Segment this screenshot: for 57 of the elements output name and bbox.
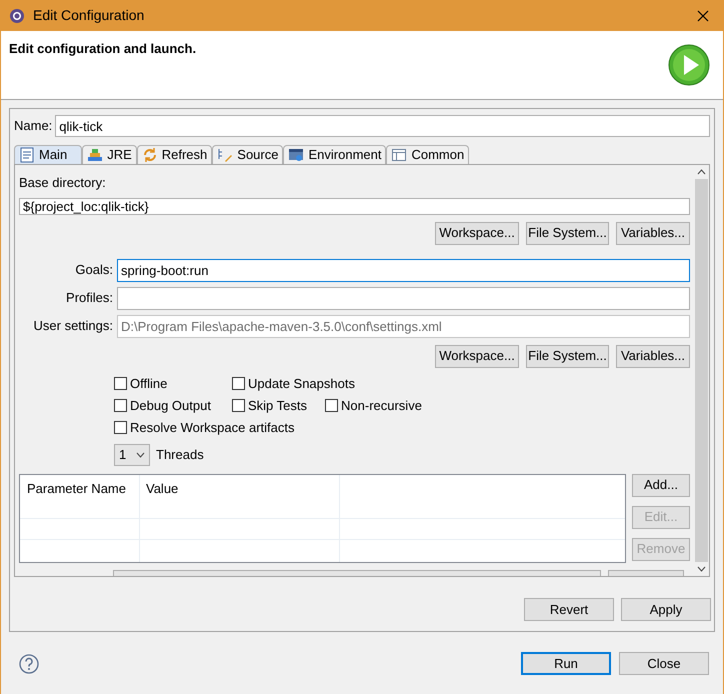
play-icon: [667, 43, 711, 87]
text-field[interactable]: spring-boot:run: [117, 258, 690, 282]
window-title: Edit Configuration: [33, 6, 144, 25]
tree-pencil-icon: [217, 147, 234, 163]
dialog-button[interactable]: Workspace...: [435, 222, 519, 244]
checkbox[interactable]: [325, 399, 338, 412]
scrollbar-thumb[interactable]: [695, 179, 708, 562]
field-label: User settings:: [32, 317, 113, 336]
base-directory-field[interactable]: ${project_loc:qlik-tick}: [19, 198, 690, 214]
checkbox-label: Non-recursive: [341, 396, 422, 415]
document-icon: [19, 147, 35, 163]
chevron-down-icon: [136, 452, 145, 458]
threads-dropdown[interactable]: 1: [114, 444, 150, 466]
tab[interactable]: JRE: [82, 145, 137, 164]
column-header: Parameter Name: [20, 474, 140, 518]
text-field[interactable]: D:\Program Files\apache-maven-3.5.0\conf\settings.xml: [117, 314, 690, 338]
dialog-button[interactable]: File System...: [526, 222, 609, 244]
section-label: Base directory:: [19, 174, 107, 192]
checkbox[interactable]: [232, 399, 245, 412]
checkbox-label: Offline: [130, 374, 168, 393]
checkbox[interactable]: [114, 421, 127, 434]
books-icon: [87, 147, 104, 163]
help-icon[interactable]: [19, 654, 39, 674]
field-label: Name:: [14, 117, 52, 136]
checkbox-label: Resolve Workspace artifacts: [130, 418, 294, 437]
checkbox[interactable]: [114, 399, 127, 412]
tab[interactable]: Source: [212, 145, 284, 164]
text-field[interactable]: [117, 286, 690, 310]
tab[interactable]: Environment: [283, 145, 386, 164]
field-label: Profiles:: [65, 289, 113, 308]
checkbox-label: Update Snapshots: [248, 374, 355, 393]
refresh-icon: [142, 147, 158, 163]
dialog-button[interactable]: Run: [521, 652, 611, 675]
dialog-button[interactable]: Workspace...: [435, 344, 519, 368]
dialog-button[interactable]: Variables...: [616, 344, 690, 368]
tab[interactable]: Common: [386, 145, 470, 164]
table-icon: [391, 147, 408, 163]
close-icon[interactable]: [697, 10, 709, 22]
dialog-button[interactable]: Add...: [632, 474, 690, 496]
checkbox-label: Debug Output: [130, 396, 211, 415]
checkbox-label: Skip Tests: [248, 396, 308, 415]
dialog-button[interactable]: File System...: [526, 344, 609, 368]
tab[interactable]: Refresh: [136, 145, 212, 164]
checkbox[interactable]: [114, 377, 127, 390]
column-header: Value: [140, 474, 340, 518]
gear-icon: [9, 8, 25, 24]
window-icon: [288, 147, 304, 163]
threads-label: Threads: [156, 446, 204, 464]
tab[interactable]: Main: [14, 145, 82, 164]
field-label: Goals:: [74, 261, 113, 280]
name-field[interactable]: qlik-tick: [55, 115, 710, 137]
checkbox[interactable]: [232, 377, 245, 390]
dialog-button[interactable]: Apply: [621, 598, 711, 621]
dialog-button[interactable]: Variables...: [616, 222, 690, 244]
header-title: Edit configuration and launch.: [9, 40, 196, 58]
dialog-button[interactable]: Close: [619, 652, 709, 675]
dialog-button[interactable]: Revert: [524, 598, 614, 621]
